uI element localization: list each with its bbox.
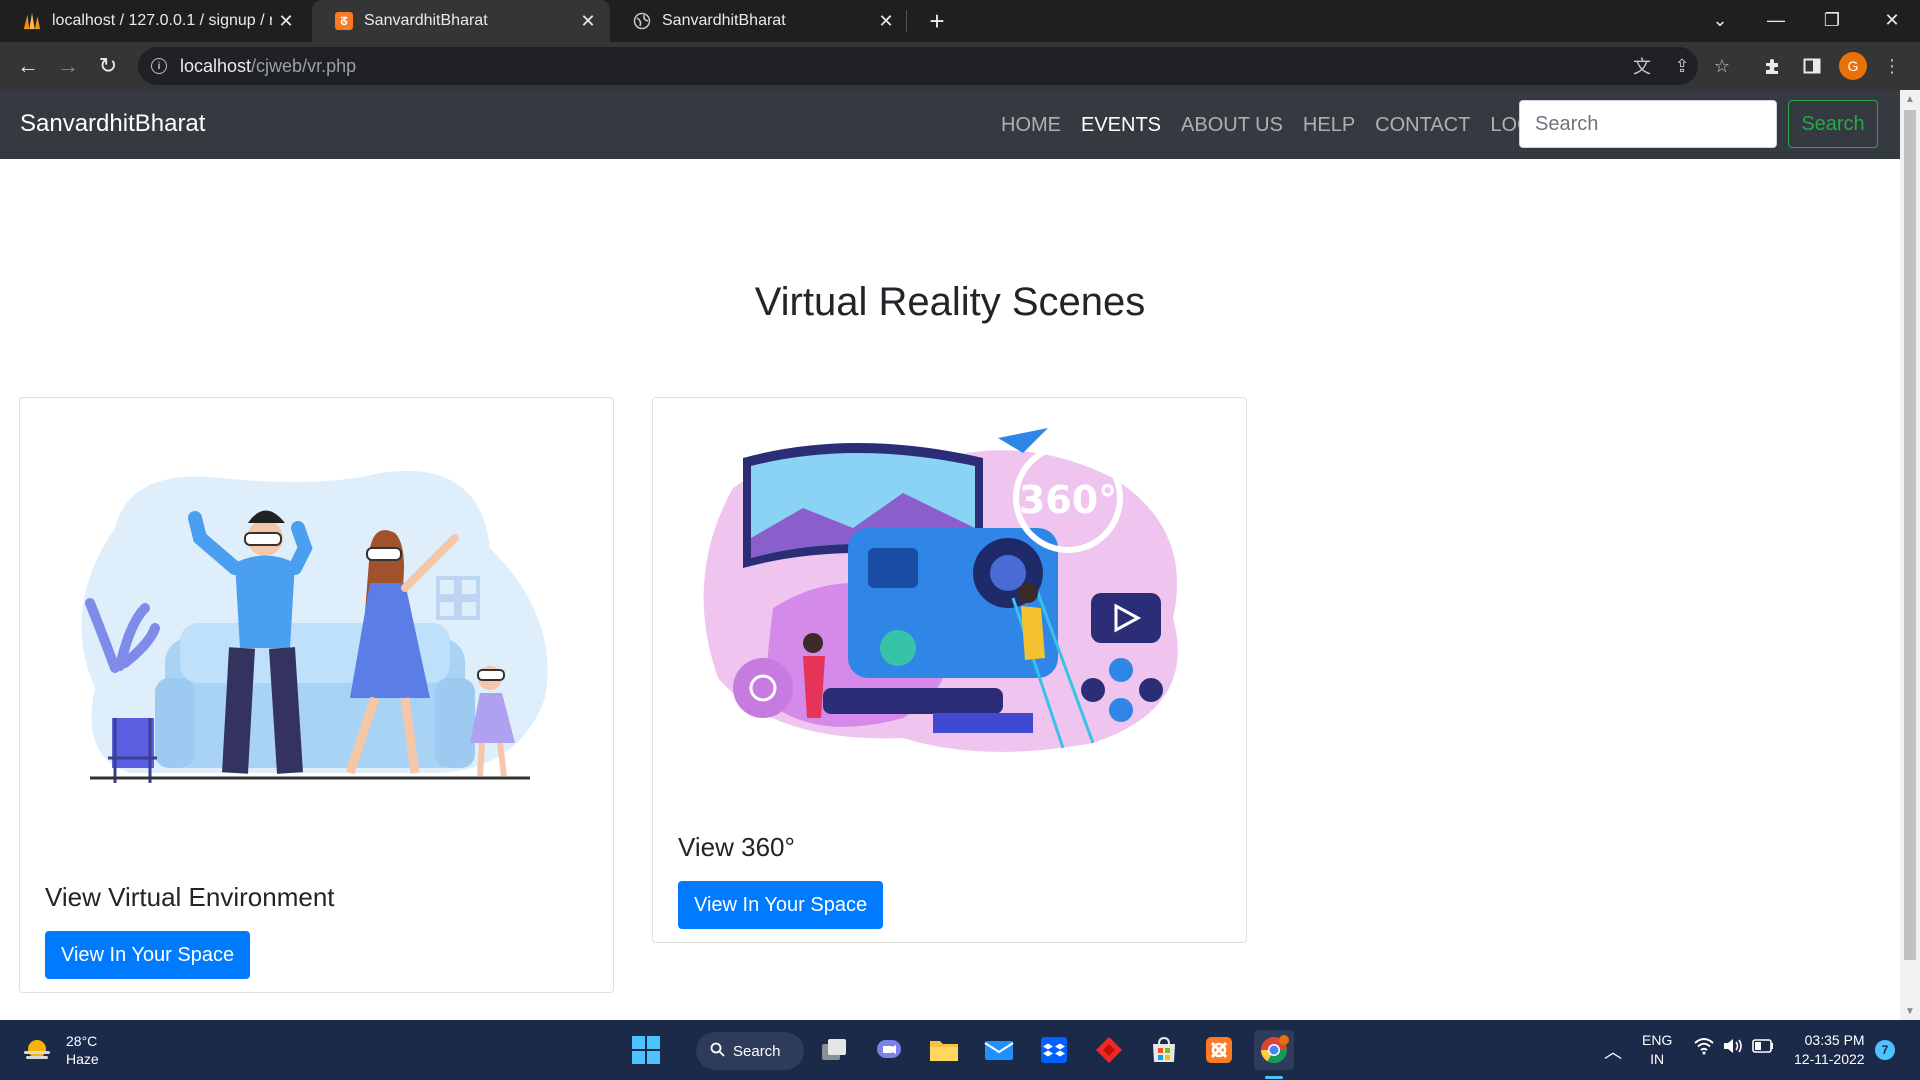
phpmyadmin-icon [22,11,42,31]
url-host: localhost [180,55,252,76]
card-title: View Virtual Environment [45,882,335,912]
vr-360-illustration: 360° [703,428,1178,752]
taskbar-search[interactable]: Search [696,1032,804,1070]
clock-time: 03:35 PM [1804,1032,1865,1048]
show-hidden-icons-chevron-icon[interactable]: ︿ [1604,1038,1622,1064]
tab-title: localhost / 127.0.0.1 / signup / re [52,12,272,29]
share-icon[interactable]: ⇪ [1666,50,1698,82]
nav-links: HOME EVENTS ABOUT US HELP CONTACT LOGIN [1001,114,1573,137]
tab-title: SanvardhitBharat [364,12,488,29]
nav-link-home[interactable]: HOME [1001,114,1061,137]
nav-link-help[interactable]: HELP [1303,114,1355,137]
volume-icon[interactable] [1722,1037,1744,1058]
back-icon[interactable]: ← [12,50,44,82]
url-text: localhost/cjweb/vr.php [180,56,356,77]
translate-icon[interactable]: 文 [1626,50,1658,82]
active-app-indicator [1265,1076,1283,1079]
restore-icon[interactable]: ❐ [1804,0,1860,40]
language-indicator[interactable]: ENG IN [1642,1031,1672,1069]
extensions-icon[interactable] [1756,50,1788,82]
site-info-icon[interactable]: i [151,58,167,74]
close-icon[interactable]: ✕ [272,7,300,35]
svg-text:360°: 360° [1019,478,1117,522]
window-close-icon[interactable]: ✕ [1864,0,1920,40]
side-panel-icon[interactable] [1796,50,1828,82]
vr-family-illustration [81,470,548,783]
tab-sanvardhitbharat-active[interactable]: ᘔ SanvardhitBharat ✕ [312,0,610,42]
mail-icon[interactable] [979,1030,1019,1070]
search-button[interactable]: Search [1788,100,1878,148]
site-navbar: SanvardhitBharat HOME EVENTS ABOUT US HE… [0,90,1900,159]
scroll-down-icon[interactable]: ▼ [1900,1002,1920,1020]
lang-top: ENG [1642,1032,1673,1048]
xampp-taskbar-icon[interactable] [1199,1030,1239,1070]
browser-toolbar: ← → ↻ i localhost/cjweb/vr.php 文 ⇪ ☆ ⋮ [0,42,1920,90]
bookmark-star-icon[interactable]: ☆ [1706,50,1738,82]
search-input[interactable] [1519,100,1777,148]
start-windows-icon[interactable] [626,1030,666,1070]
tab-separator [906,10,907,32]
microsoft-store-icon[interactable] [1144,1030,1184,1070]
new-tab-icon[interactable]: + [922,6,952,36]
card-title: View 360° [678,832,795,862]
nav-link-about-us[interactable]: ABOUT US [1181,114,1283,137]
windows-taskbar: 28°C Haze Search ︿ ENG IN 03:35 PM 12-11… [0,1020,1920,1080]
tab-title: SanvardhitBharat [662,12,786,29]
clock-date: 12-11-2022 [1794,1051,1865,1067]
globe-icon [632,11,652,31]
view-in-your-space-button[interactable]: View In Your Space [45,931,251,979]
close-icon[interactable]: ✕ [872,7,900,35]
scrollbar-thumb[interactable] [1904,110,1916,960]
teams-chat-icon[interactable] [869,1030,909,1070]
close-icon[interactable]: ✕ [574,7,602,35]
weather-widget[interactable]: 28°C Haze [22,1032,99,1068]
weather-desc: Haze [66,1051,99,1067]
tab-strip: localhost / 127.0.0.1 / signup / re ✕ ᘔ … [0,0,1920,42]
forward-icon[interactable]: → [52,50,84,82]
svg-text:ᘔ: ᘔ [340,15,347,28]
weather-temp: 28°C [66,1033,98,1049]
url-path: /cjweb/vr.php [251,55,357,76]
search-icon [710,1042,725,1061]
card-view-360: 360° View 360° View In Your Space [652,397,1247,943]
notification-badge[interactable]: 7 [1875,1040,1895,1060]
scroll-up-icon[interactable]: ▲ [1900,90,1920,108]
file-explorer-icon[interactable] [924,1030,964,1070]
battery-icon[interactable] [1752,1039,1774,1056]
xampp-icon: ᘔ [334,11,354,31]
profile-avatar[interactable]: G [1839,52,1867,80]
menu-kebab-icon[interactable]: ⋮ [1876,50,1908,82]
lang-bottom: IN [1650,1051,1665,1067]
chrome-taskbar-icon[interactable] [1254,1030,1294,1070]
anydesk-icon[interactable] [1089,1030,1129,1070]
haze-sun-icon [22,1039,52,1061]
task-view-icon[interactable] [814,1030,854,1070]
tab-sanvardhitbharat[interactable]: SanvardhitBharat ✕ [610,0,908,42]
page-title: Virtual Reality Scenes [754,280,1146,324]
page-viewport: SanvardhitBharat HOME EVENTS ABOUT US HE… [0,90,1900,1020]
clock[interactable]: 03:35 PM 12-11-2022 [1794,1031,1865,1069]
view-in-your-space-button[interactable]: View In Your Space [678,881,884,929]
chevron-down-icon[interactable]: ⌄ [1692,0,1748,40]
site-brand[interactable]: SanvardhitBharat [20,110,205,138]
reload-icon[interactable]: ↻ [92,50,124,82]
wifi-icon[interactable] [1694,1037,1714,1060]
nav-link-contact[interactable]: CONTACT [1375,114,1470,137]
taskbar-search-label: Search [733,1042,781,1060]
dropbox-icon[interactable] [1034,1030,1074,1070]
tab-phpmyadmin[interactable]: localhost / 127.0.0.1 / signup / re ✕ [0,0,308,42]
card-virtual-environment: View Virtual Environment View In Your Sp… [19,397,614,993]
minimize-icon[interactable]: — [1748,0,1804,40]
address-bar[interactable]: i localhost/cjweb/vr.php [138,47,1698,85]
nav-link-events[interactable]: EVENTS [1081,114,1161,137]
